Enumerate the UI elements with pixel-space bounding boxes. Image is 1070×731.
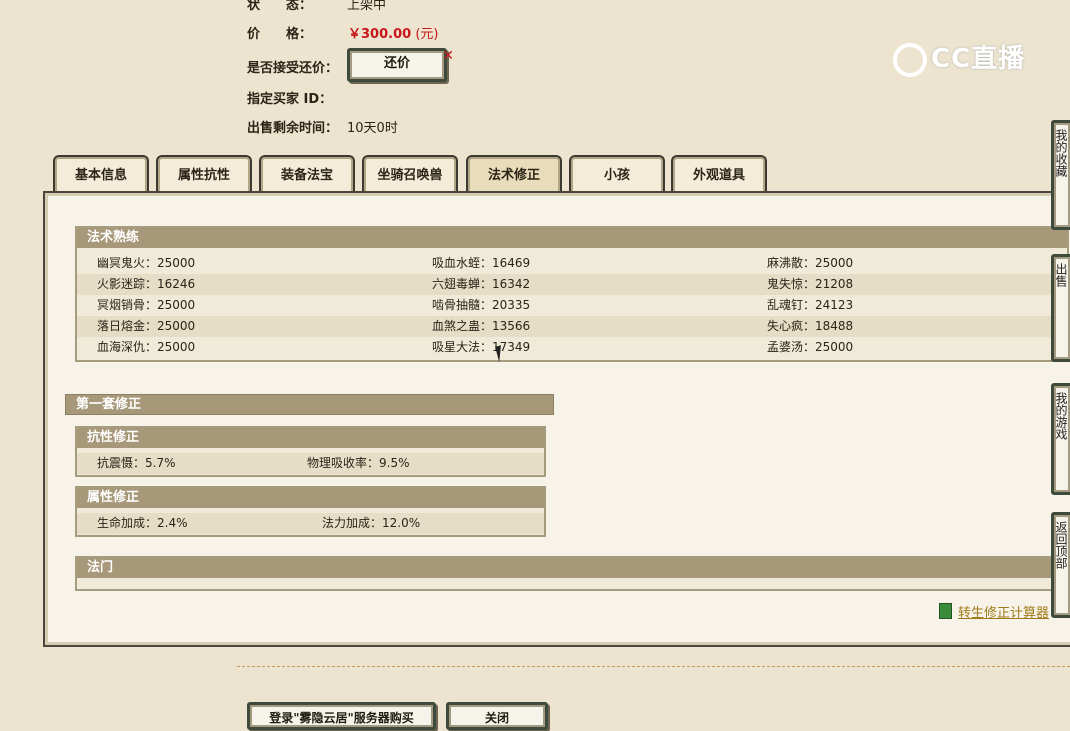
side-back-top-button[interactable]: 返回顶部 [1051, 512, 1070, 618]
price-label: 价 格： [247, 27, 313, 42]
cc-live-logo: CC直播 [893, 38, 1025, 77]
table-row: 落日熔金：25000 血煞之蛊：13566 失心疯：18488 [77, 316, 1067, 337]
price-amount: ￥300.00 [348, 27, 412, 42]
cc-logo-icon [893, 42, 927, 77]
login-server-buy-button[interactable]: 登录"雾隐云居"服务器购买 [247, 702, 436, 730]
side-favorites-button[interactable]: 我的收藏 [1051, 120, 1070, 230]
resist-cell: 抗震慑：5.7% [97, 456, 176, 470]
skill-cell: 六翅毒蝉：16342 [432, 277, 531, 291]
side-sell-button[interactable]: 出售 [1051, 254, 1070, 362]
status-value: 上架中 [347, 0, 387, 13]
divider [237, 666, 1070, 667]
skill-cell: 啮骨抽髓：20335 [432, 298, 531, 312]
designated-buyer-label: 指定买家 ID： [247, 92, 333, 107]
resist-correction-title: 抗性修正 [77, 428, 544, 448]
price-unit: (元) [415, 27, 439, 42]
table-row: 生命加成：2.4% 法力加成：12.0% [77, 513, 544, 534]
tab-mounts-pets[interactable]: 坐骑召唤兽 [362, 155, 458, 193]
school-title: 法门 [77, 558, 1067, 578]
skill-cell: 幽冥鬼火：25000 [97, 256, 196, 270]
skill-cell: 失心疯：18488 [767, 319, 854, 333]
calc-link-text: 转生修正计算器 [958, 606, 1050, 621]
attr-cell: 法力加成：12.0% [322, 516, 421, 530]
tab-appearance[interactable]: 外观道具 [671, 155, 767, 193]
counter-offer-button[interactable]: 还价 ✕ [347, 48, 454, 82]
status-label: 状 态： [247, 0, 313, 13]
counter-offer-label: 是否接受还价： [247, 61, 339, 76]
close-icon: ✕ [442, 48, 454, 64]
attr-correction-title: 属性修正 [77, 488, 544, 508]
login-button-label: 登录"雾隐云居"服务器购买 [269, 711, 414, 725]
close-button-label: 关闭 [484, 711, 509, 725]
table-row: 幽冥鬼火：25000 吸血水蛭：16469 麻沸散：25000 [77, 253, 1067, 274]
table-row: 抗震慑：5.7% 物理吸收率：9.5% [77, 453, 544, 474]
close-button[interactable]: 关闭 [446, 702, 548, 730]
remaining-time-value: 10天0时 [347, 121, 398, 136]
resist-cell: 物理吸收率：9.5% [307, 456, 410, 470]
tab-equipment[interactable]: 装备法宝 [259, 155, 355, 193]
skill-cell: 吸星大法：17349 [432, 340, 531, 354]
table-row: 火影迷踪：16246 六翅毒蝉：16342 鬼失惊：21208 [77, 274, 1067, 295]
tab-spell-correction[interactable]: 法术修正 [466, 155, 562, 193]
table-row: 血海深仇：25000 吸星大法：17349 孟婆汤：25000 [77, 337, 1067, 358]
skill-cell: 鬼失惊：21208 [767, 277, 854, 291]
skill-cell: 血海深仇：25000 [97, 340, 196, 354]
attr-cell: 生命加成：2.4% [97, 516, 188, 530]
school-section: 法门 [75, 556, 1069, 591]
attr-correction-section: 属性修正 生命加成：2.4% 法力加成：12.0% [75, 486, 546, 537]
skill-cell: 冥烟销骨：25000 [97, 298, 196, 312]
skill-cell: 落日熔金：25000 [97, 319, 196, 333]
skill-cell: 麻沸散：25000 [767, 256, 854, 270]
counter-offer-button-label: 还价 [383, 56, 410, 71]
price-value: ￥300.00 (元) [348, 23, 438, 42]
tab-basic-info[interactable]: 基本信息 [53, 155, 149, 193]
skill-cell: 孟婆汤：25000 [767, 340, 854, 354]
skill-cell: 火影迷踪：16246 [97, 277, 196, 291]
rebirth-calculator-link[interactable]: 转生修正计算器 [939, 602, 1049, 621]
table-row: 冥烟销骨：25000 啮骨抽髓：20335 乱魂钉：24123 [77, 295, 1067, 316]
remaining-time-label: 出售剩余时间： [247, 121, 339, 136]
skill-cell: 吸血水蛭：16469 [432, 256, 531, 270]
skill-cell: 乱魂钉：24123 [767, 298, 854, 312]
logo-text: CC直播 [931, 44, 1026, 74]
tab-attributes[interactable]: 属性抗性 [156, 155, 252, 193]
skill-cell: 血煞之蛊：13566 [432, 319, 531, 333]
tab-children[interactable]: 小孩 [569, 155, 665, 193]
calculator-icon [939, 603, 952, 619]
spell-mastery-title: 法术熟练 [77, 228, 1067, 248]
spell-mastery-section: 法术熟练 幽冥鬼火：25000 吸血水蛭：16469 麻沸散：25000 火影迷… [75, 226, 1069, 362]
resist-correction-section: 抗性修正 抗震慑：5.7% 物理吸收率：9.5% [75, 426, 546, 477]
side-my-game-button[interactable]: 我的游戏 [1051, 383, 1070, 495]
set1-title: 第一套修正 [65, 394, 554, 415]
